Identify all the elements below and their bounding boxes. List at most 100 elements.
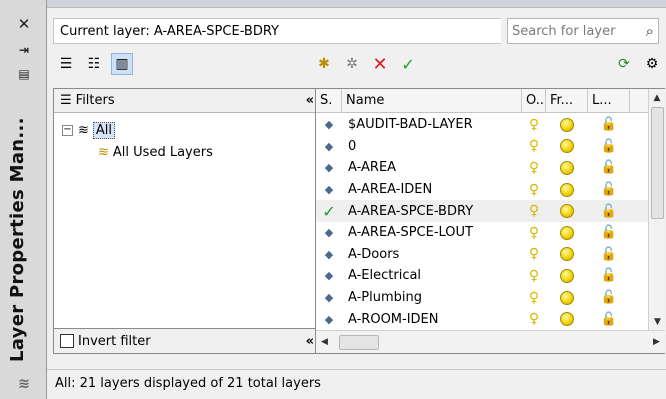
close-icon[interactable]: ✕ [14,14,34,34]
settings-icon[interactable]: ⚙ [641,53,663,75]
vertical-scroll-thumb[interactable] [651,107,664,219]
search-layer-field[interactable]: Search for layer ⌕ [507,18,659,44]
lightbulb-icon[interactable]: ♀ [522,114,546,136]
scroll-down-icon[interactable]: ▼ [649,313,666,330]
horizontal-scroll-thumb[interactable] [339,334,379,350]
vertical-scrollbar[interactable]: ▲ ▼ [648,89,665,330]
new-layer-icon[interactable]: ✱ [313,53,335,75]
column-status[interactable]: S. [316,89,342,112]
layer-row[interactable]: ◆ $AUDIT-BAD-LAYER ♀ 🔓 [316,114,648,136]
new-property-filter-icon[interactable]: ☰ [55,53,77,75]
sun-icon [560,247,574,262]
delete-layer-icon[interactable]: ✕ [369,53,391,75]
unlock-icon[interactable]: 🔓 [588,200,630,222]
layer-row[interactable]: ◆ A-Electrical ♀ 🔓 [316,265,648,287]
layer-status-icon: ◆ [324,269,334,283]
collapse-tree-button[interactable]: « [306,334,314,349]
freeze-toggle[interactable] [546,287,588,309]
lightbulb-icon[interactable]: ♀ [522,244,546,266]
layer-name[interactable]: A-Electrical [342,265,522,287]
collapse-filters-button[interactable]: « [306,93,314,108]
unlock-icon[interactable]: 🔓 [588,157,630,179]
freeze-toggle[interactable] [546,222,588,244]
freeze-toggle[interactable] [546,200,588,222]
freeze-toggle[interactable] [546,136,588,158]
unlock-icon[interactable]: 🔓 [588,179,630,201]
lightbulb-icon[interactable]: ♀ [522,136,546,158]
freeze-toggle[interactable] [546,179,588,201]
layer-row[interactable]: ◆ A-AREA-SPCE-LOUT ♀ 🔓 [316,222,648,244]
set-current-icon[interactable]: ✓ [397,53,419,75]
freeze-toggle[interactable] [546,265,588,287]
layer-row[interactable]: ◆ 0 ♀ 🔓 [316,136,648,158]
layer-states-manager-icon[interactable]: ▥ [111,53,133,75]
layer-name[interactable]: A-Plumbing [342,287,522,309]
layer-name[interactable]: A-AREA-SPCE-LOUT [342,222,522,244]
layer-row[interactable]: ✓ A-AREA-SPCE-BDRY ♀ 🔓 [316,200,648,222]
unlock-icon[interactable]: 🔓 [588,265,630,287]
new-group-filter-icon[interactable]: ☷ [83,53,105,75]
lightbulb-icon[interactable]: ♀ [522,179,546,201]
lightbulb-icon[interactable]: ♀ [522,308,546,330]
unlock-icon[interactable]: 🔓 [588,287,630,309]
filters-header: ☰ Filters « [54,89,320,113]
layer-row[interactable]: ◆ A-AREA-IDEN ♀ 🔓 [316,179,648,201]
scroll-left-icon[interactable]: ◀ [316,334,333,351]
freeze-toggle[interactable] [546,308,588,330]
lightbulb-icon[interactable]: ♀ [522,287,546,309]
scroll-right-icon[interactable]: ▶ [648,334,665,351]
collapse-node-icon[interactable]: − [62,124,73,136]
layer-name[interactable]: A-AREA-IDEN [342,179,522,201]
unlock-icon[interactable]: 🔓 [588,308,630,330]
new-layer-vp-frozen-icon[interactable]: ✲ [341,53,363,75]
lightbulb-icon[interactable]: ♀ [522,222,546,244]
unlock-icon[interactable]: 🔓 [588,222,630,244]
layer-name[interactable]: A-AREA-SPCE-BDRY [342,200,522,222]
search-placeholder: Search for layer [512,23,616,39]
layer-row[interactable]: ◆ A-ROOM-IDEN ♀ 🔓 [316,308,648,330]
layer-row[interactable]: ◆ A-AREA ♀ 🔓 [316,157,648,179]
tree-node-all[interactable]: − ≋ All [54,119,320,141]
layer-status-icon: ◆ [324,291,334,305]
layer-name[interactable]: A-AREA [342,157,522,179]
unlock-icon[interactable]: 🔓 [588,114,630,136]
sun-icon [560,290,574,305]
column-freeze[interactable]: Fr... [546,89,588,112]
lightbulb-icon[interactable]: ♀ [522,157,546,179]
layer-toolbar: ✱ ✲ ✕ ✓ [313,51,419,77]
horizontal-scrollbar[interactable]: ◀ ▶ [316,330,665,353]
layer-name[interactable]: A-ROOM-IDEN [342,308,522,330]
layer-name[interactable]: $AUDIT-BAD-LAYER [342,114,522,136]
sun-icon [560,312,574,327]
sun-icon [560,160,574,175]
unlock-icon[interactable]: 🔓 [588,136,630,158]
column-lock[interactable]: L... [588,89,630,112]
sun-icon [560,139,574,154]
layer-name[interactable]: A-Doors [342,244,522,266]
scroll-up-icon[interactable]: ▲ [649,89,665,106]
auto-hide-icon[interactable]: ⇥ [14,40,34,60]
unlock-icon[interactable]: 🔓 [588,244,630,266]
invert-filter-checkbox[interactable] [60,334,74,348]
layer-properties-manager: Current layer: A-AREA-SPCE-BDRY Search f… [47,0,666,399]
freeze-toggle[interactable] [546,244,588,266]
tree-node-all-used-layers[interactable]: ≋ All Used Layers [54,141,320,163]
column-on[interactable]: O... [522,89,546,112]
layer-filter-icon: ≋ [98,144,109,160]
lightbulb-icon[interactable]: ♀ [522,200,546,222]
lightbulb-icon[interactable]: ♀ [522,265,546,287]
filters-pane: ☰ Filters « − ≋ All ≋ All Used Layers [53,88,321,354]
search-icon[interactable]: ⌕ [646,22,654,40]
refresh-icon[interactable]: ⟳ [613,53,635,75]
column-name[interactable]: Name [342,89,522,112]
freeze-toggle[interactable] [546,114,588,136]
layer-list-header: S. Name O... Fr... L... [316,89,664,113]
layer-row[interactable]: ◆ A-Plumbing ♀ 🔓 [316,287,648,309]
layer-rows: ◆ $AUDIT-BAD-LAYER ♀ 🔓 ◆ 0 ♀ 🔓 ◆ A-AREA ♀ 🔓 ◆ A-AREA-… [316,114,648,330]
current-layer-label: Current layer: A-AREA-SPCE-BDRY [53,18,501,44]
layer-row[interactable]: ◆ A-Doors ♀ 🔓 [316,244,648,266]
palette-title-bar: ✕ ⇥ ▤ Layer Properties Man... ≋ [0,0,47,399]
layer-name[interactable]: 0 [342,136,522,158]
freeze-toggle[interactable] [546,157,588,179]
layer-stack-icon: ≋ [18,376,30,392]
